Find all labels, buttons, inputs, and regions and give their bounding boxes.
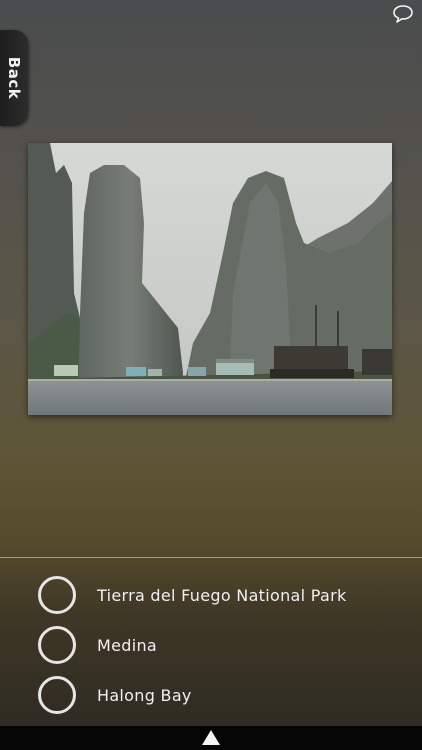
answer-list: Tierra del Fuego National Park Medina Ha… <box>0 558 422 726</box>
radio-circle-icon[interactable] <box>38 676 76 714</box>
quiz-photo <box>28 143 392 415</box>
answer-option-1[interactable]: Tierra del Fuego National Park <box>38 573 408 617</box>
answer-option-3[interactable]: Halong Bay <box>38 673 408 717</box>
back-button[interactable]: Back <box>0 30 28 126</box>
back-button-label: Back <box>5 56 23 100</box>
karst-bay-photo <box>28 143 392 415</box>
answer-label-1: Tierra del Fuego National Park <box>97 585 347 605</box>
answer-option-2[interactable]: Medina <box>38 623 408 667</box>
radio-circle-icon[interactable] <box>38 626 76 664</box>
comment-bubble-icon[interactable] <box>392 4 414 24</box>
up-arrow-icon[interactable] <box>202 730 220 745</box>
radio-circle-icon[interactable] <box>38 576 76 614</box>
bottom-bar <box>0 726 422 750</box>
answer-label-2: Medina <box>97 635 157 655</box>
answer-label-3: Halong Bay <box>97 685 192 705</box>
